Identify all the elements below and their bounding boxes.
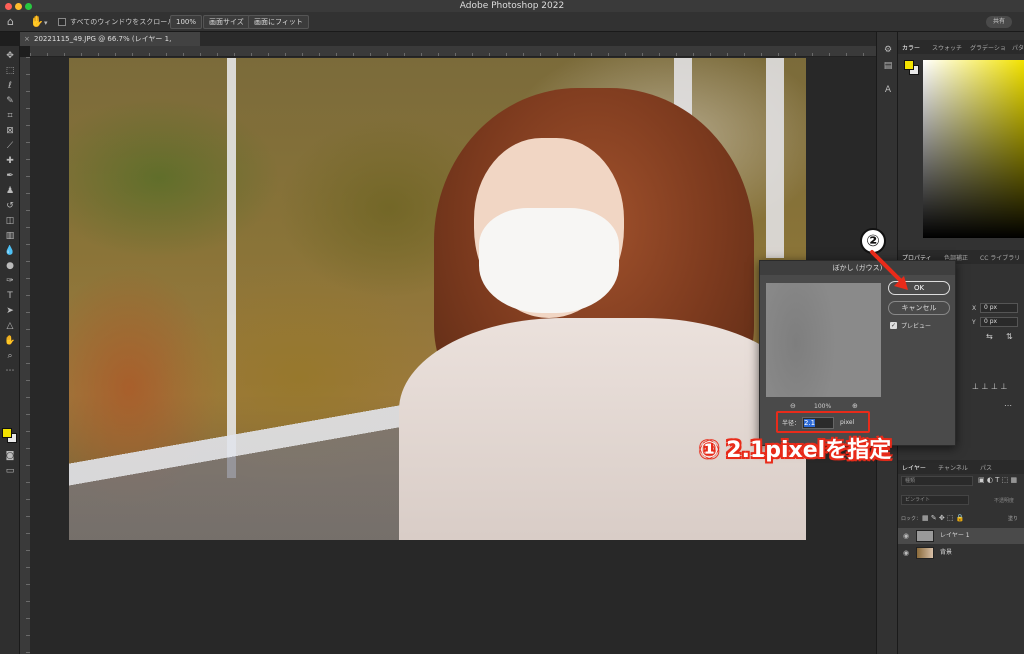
vertical-ruler[interactable]	[20, 57, 30, 654]
subject-mask	[479, 208, 619, 313]
layer-filter-icons[interactable]: ▣ ◐ T ⬚ ▦	[978, 476, 1017, 484]
foreground-color-swatch[interactable]	[2, 428, 12, 438]
panel-foreground-swatch[interactable]	[904, 60, 914, 70]
cancel-button[interactable]: キャンセル	[888, 301, 950, 315]
tab-paths[interactable]: パス	[980, 463, 992, 472]
move-tool-icon[interactable]: ✥	[3, 50, 17, 62]
type-tool-icon[interactable]: T	[3, 290, 17, 302]
tab-channels[interactable]: チャンネル	[938, 463, 968, 472]
fit-screen-button[interactable]: 画面サイズ	[203, 15, 250, 29]
comments-icon[interactable]: ▤	[882, 60, 894, 72]
zoom-in-icon[interactable]: ⊕	[852, 402, 858, 410]
layer-row[interactable]: ◉ 背景	[898, 545, 1024, 561]
more-tools-icon[interactable]: ⋯	[3, 365, 17, 377]
eye-icon[interactable]: ◉	[903, 528, 909, 544]
scroll-all-label: すべてのウィンドウをスクロール	[70, 18, 175, 26]
preview-checkbox[interactable]: ✓	[890, 322, 897, 329]
blur-tool-icon[interactable]: 💧	[3, 245, 17, 257]
zoom-tool-icon[interactable]: ⌕	[3, 350, 17, 362]
tab-libraries[interactable]: CC ライブラリ	[980, 253, 1020, 262]
preview-zoom-level: 100%	[814, 403, 832, 410]
healing-tool-icon[interactable]: ✚	[3, 155, 17, 167]
tab-gradients[interactable]: グラデーショ	[970, 43, 1006, 52]
x-position-field[interactable]: 0 px	[980, 303, 1018, 313]
character-icon[interactable]: A	[882, 84, 894, 96]
color-panel-tabs: カラー スウォッチ グラデーショ パタ	[898, 40, 1024, 54]
tab-swatches[interactable]: スウォッチ	[932, 43, 962, 52]
brush-tool-icon[interactable]: ✒	[3, 170, 17, 182]
y-label: Y	[972, 319, 976, 326]
eraser-tool-icon[interactable]: ◫	[3, 215, 17, 227]
y-position-field[interactable]: 0 px	[980, 317, 1018, 327]
tab-color[interactable]: カラー	[902, 43, 920, 52]
step2-arrow	[870, 250, 908, 290]
close-icon[interactable]: ×	[24, 32, 30, 46]
tab-patterns[interactable]: パタ	[1012, 43, 1024, 52]
path-select-icon[interactable]: ➤	[3, 305, 17, 317]
hand-tool-icon[interactable]: ✋	[3, 335, 17, 347]
tab-layers[interactable]: レイヤー	[902, 463, 926, 472]
lock-icons[interactable]: ▦ ✎ ✥ ⬚ 🔒	[922, 514, 965, 522]
tools-panel: ✥ ⬚ ℓ ✎ ⌗ ⊠ ⟋ ✚ ✒ ♟ ↺ ◫ ▥ 💧 ● ✑ T ➤ △ ✋ …	[0, 46, 20, 654]
stamp-tool-icon[interactable]: ♟	[3, 185, 17, 197]
align-icons[interactable]: ⊥ ⊥ ⊥ ⊥	[972, 382, 1008, 391]
layer-name: 背景	[940, 549, 953, 556]
quick-select-tool-icon[interactable]: ✎	[3, 95, 17, 107]
horizontal-ruler[interactable]	[30, 46, 876, 57]
gradient-tool-icon[interactable]: ▥	[3, 230, 17, 242]
eyedropper-tool-icon[interactable]: ⟋	[3, 140, 17, 152]
home-icon[interactable]: ⌂	[7, 15, 14, 29]
options-bar: ⌂ ✋ ▾ すべてのウィンドウをスクロール 100% 画面サイズ 画面にフィット…	[0, 12, 1024, 32]
share-button[interactable]: 共有	[986, 16, 1012, 28]
layer-name: レイヤー 1	[940, 532, 970, 539]
blend-mode-select[interactable]: ピンライト	[901, 495, 969, 505]
document-tab[interactable]: × 20221115_49.JPG @ 66.7% (レイヤー 1, RGB/8…	[20, 32, 200, 57]
radius-highlight-box	[776, 411, 870, 433]
history-brush-icon[interactable]: ↺	[3, 200, 17, 212]
pen-tool-icon[interactable]: ✑	[3, 275, 17, 287]
layer-thumbnail	[916, 530, 934, 542]
eye-icon[interactable]: ◉	[903, 545, 909, 561]
color-picker-field[interactable]	[923, 60, 1024, 238]
opacity-label: 不透明度	[994, 498, 1015, 504]
photo-canvas[interactable]	[69, 58, 806, 540]
history-icon[interactable]: ⚙	[882, 44, 894, 56]
layer-row[interactable]: ◉ レイヤー 1	[898, 528, 1024, 544]
title-bar: Adobe Photoshop 2022	[0, 0, 1024, 12]
dodge-tool-icon[interactable]: ●	[3, 260, 17, 272]
marquee-tool-icon[interactable]: ⬚	[3, 65, 17, 77]
document-tab-bar: × 20221115_49.JPG @ 66.7% (レイヤー 1, RGB/8…	[20, 32, 876, 57]
fill-label: 塗り	[1008, 516, 1019, 522]
fill-screen-button[interactable]: 画面にフィット	[248, 15, 309, 29]
step1-annotation: ① 2.1pixelを指定	[700, 438, 892, 463]
lock-label: ロック：	[901, 516, 922, 522]
subject-sweater	[399, 318, 806, 540]
frame-tool-icon[interactable]: ⊠	[3, 125, 17, 137]
x-label: X	[972, 305, 977, 312]
zoom-100-button[interactable]: 100%	[170, 15, 203, 29]
screen-mode-icon[interactable]: ▭	[3, 465, 17, 477]
shape-tool-icon[interactable]: △	[3, 320, 17, 332]
blur-preview[interactable]	[766, 283, 881, 397]
layers-panel-tabs: レイヤー チャンネル パス	[898, 460, 1024, 474]
lasso-tool-icon[interactable]: ℓ	[3, 80, 17, 92]
zoom-out-icon[interactable]: ⊖	[790, 402, 796, 410]
crop-tool-icon[interactable]: ⌗	[3, 110, 17, 122]
quick-mask-icon[interactable]: ◙	[3, 450, 17, 462]
hand-tool-icon[interactable]: ✋	[30, 15, 44, 29]
layers-filter-select[interactable]: 種類	[901, 476, 973, 486]
flip-vertical-icon[interactable]: ⇅	[1006, 332, 1013, 341]
layer-thumbnail	[916, 547, 934, 559]
app-title: Adobe Photoshop 2022	[459, 1, 565, 11]
scroll-all-checkbox[interactable]	[58, 18, 66, 26]
flip-horizontal-icon[interactable]: ⇆	[986, 332, 993, 341]
preview-label: プレビュー	[901, 323, 932, 330]
more-options-icon[interactable]: ⋯	[1004, 401, 1012, 410]
chevron-down-icon[interactable]: ▾	[44, 16, 48, 30]
